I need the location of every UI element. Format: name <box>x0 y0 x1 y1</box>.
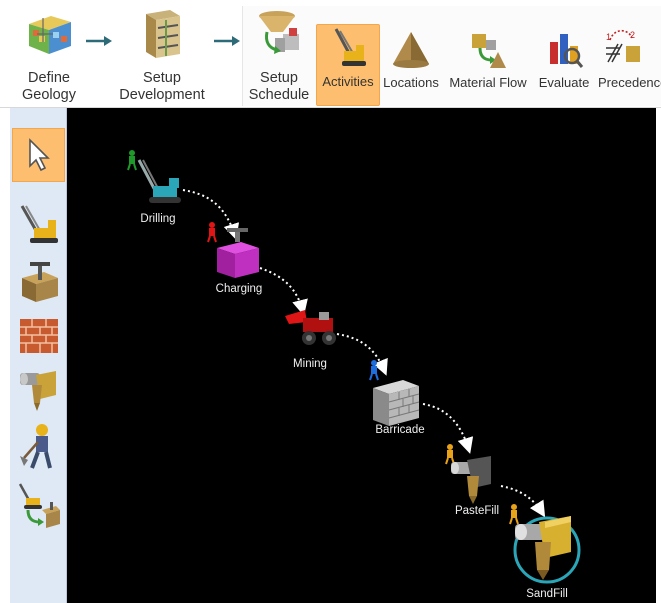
person-marker-icon <box>127 150 137 171</box>
cone-icon <box>393 32 429 68</box>
charging-detonator-icon <box>21 262 58 302</box>
person-marker-icon <box>509 504 519 525</box>
activity-flow-diagram <box>127 150 581 584</box>
drill-rig-icon <box>137 159 181 203</box>
charging-node[interactable] <box>207 222 259 278</box>
locations-button[interactable]: Locations <box>380 4 442 106</box>
connector-mining-barricade <box>336 333 388 376</box>
barricade-node[interactable] <box>369 360 420 426</box>
sandfill-label: SandFill <box>526 588 568 600</box>
activities-button[interactable]: Activities <box>316 24 380 106</box>
sequence-tool-button[interactable] <box>12 478 65 532</box>
loader-icon <box>285 310 336 345</box>
svg-text:2: 2 <box>630 30 635 40</box>
connector-barricade-pastefill <box>422 403 474 454</box>
material-flow-label: Material Flow <box>449 75 527 90</box>
evaluate-label: Evaluate <box>538 75 590 90</box>
barricade-wall-icon <box>373 380 420 426</box>
activities-label: Activities <box>322 74 374 89</box>
charging-tool-button[interactable] <box>12 254 65 308</box>
define-geology-button[interactable]: Define Geology <box>14 4 84 106</box>
precedence-label: Precedence <box>598 75 661 90</box>
setup-development-label: Setup Development <box>119 70 205 103</box>
drilling-node[interactable] <box>127 150 181 203</box>
person-marker-icon <box>207 222 217 243</box>
material-flow-button[interactable]: Material Flow <box>444 4 532 106</box>
left-margin <box>0 108 10 603</box>
left-toolbar <box>10 108 67 603</box>
worker-shovel-icon <box>19 424 52 469</box>
fill-tool-button[interactable] <box>12 362 65 416</box>
arrow-right-icon <box>86 36 112 46</box>
sandfill-node[interactable] <box>509 504 581 584</box>
drill-rig-icon <box>20 205 58 243</box>
locations-label: Locations <box>383 75 439 90</box>
ribbon: Define Geology Setup Development Setup S… <box>0 0 661 108</box>
worker-tool-button[interactable] <box>12 420 65 474</box>
charging-detonator-icon <box>217 228 259 278</box>
setup-development-button[interactable]: Setup Development <box>116 4 208 106</box>
sequence-rig-icon <box>18 483 60 528</box>
schedule-funnel-icon <box>259 11 299 54</box>
pastefill-label: PasteFill <box>454 505 500 517</box>
connector-charging-mining <box>259 267 308 316</box>
evaluate-button[interactable]: Evaluate <box>532 4 596 106</box>
person-marker-icon <box>445 444 455 465</box>
brick-wall-icon <box>19 319 58 353</box>
pastefill-pipe-icon <box>451 456 491 504</box>
material-flow-icon <box>472 34 506 68</box>
activity-canvas[interactable]: Drilling Charging Mining Barricade Paste… <box>67 108 656 603</box>
geology-block-icon <box>29 16 71 54</box>
pastefill-node[interactable] <box>445 444 491 504</box>
drilling-label: Drilling <box>140 213 176 225</box>
svg-text:1: 1 <box>606 32 611 42</box>
define-geology-label: Define Geology <box>21 70 76 103</box>
barricade-label: Barricade <box>375 424 425 436</box>
charging-label: Charging <box>215 283 263 295</box>
setup-schedule-label: Setup Schedule <box>248 70 310 103</box>
drill-rig-icon <box>334 28 366 66</box>
fill-pipe-icon <box>19 371 56 411</box>
arrow-right-icon <box>214 36 240 46</box>
mining-label: Mining <box>293 358 327 370</box>
setup-schedule-button[interactable]: Setup Schedule <box>246 4 312 106</box>
person-marker-icon <box>369 360 379 381</box>
mining-node[interactable] <box>285 310 336 345</box>
development-structure-icon <box>146 10 180 58</box>
precedence-icon: 1 2 <box>606 29 640 63</box>
pointer-tool-button[interactable] <box>12 128 65 182</box>
precedence-button[interactable]: 1 2 Precedence <box>598 4 661 106</box>
evaluate-chart-icon <box>550 34 584 68</box>
pointer-arrow-icon <box>28 138 50 172</box>
canvas-edge <box>656 108 661 603</box>
brick-wall-tool-button[interactable] <box>12 308 65 362</box>
drill-rig-tool-button[interactable] <box>12 198 65 252</box>
connector-pastefill-sandfill <box>500 485 546 518</box>
